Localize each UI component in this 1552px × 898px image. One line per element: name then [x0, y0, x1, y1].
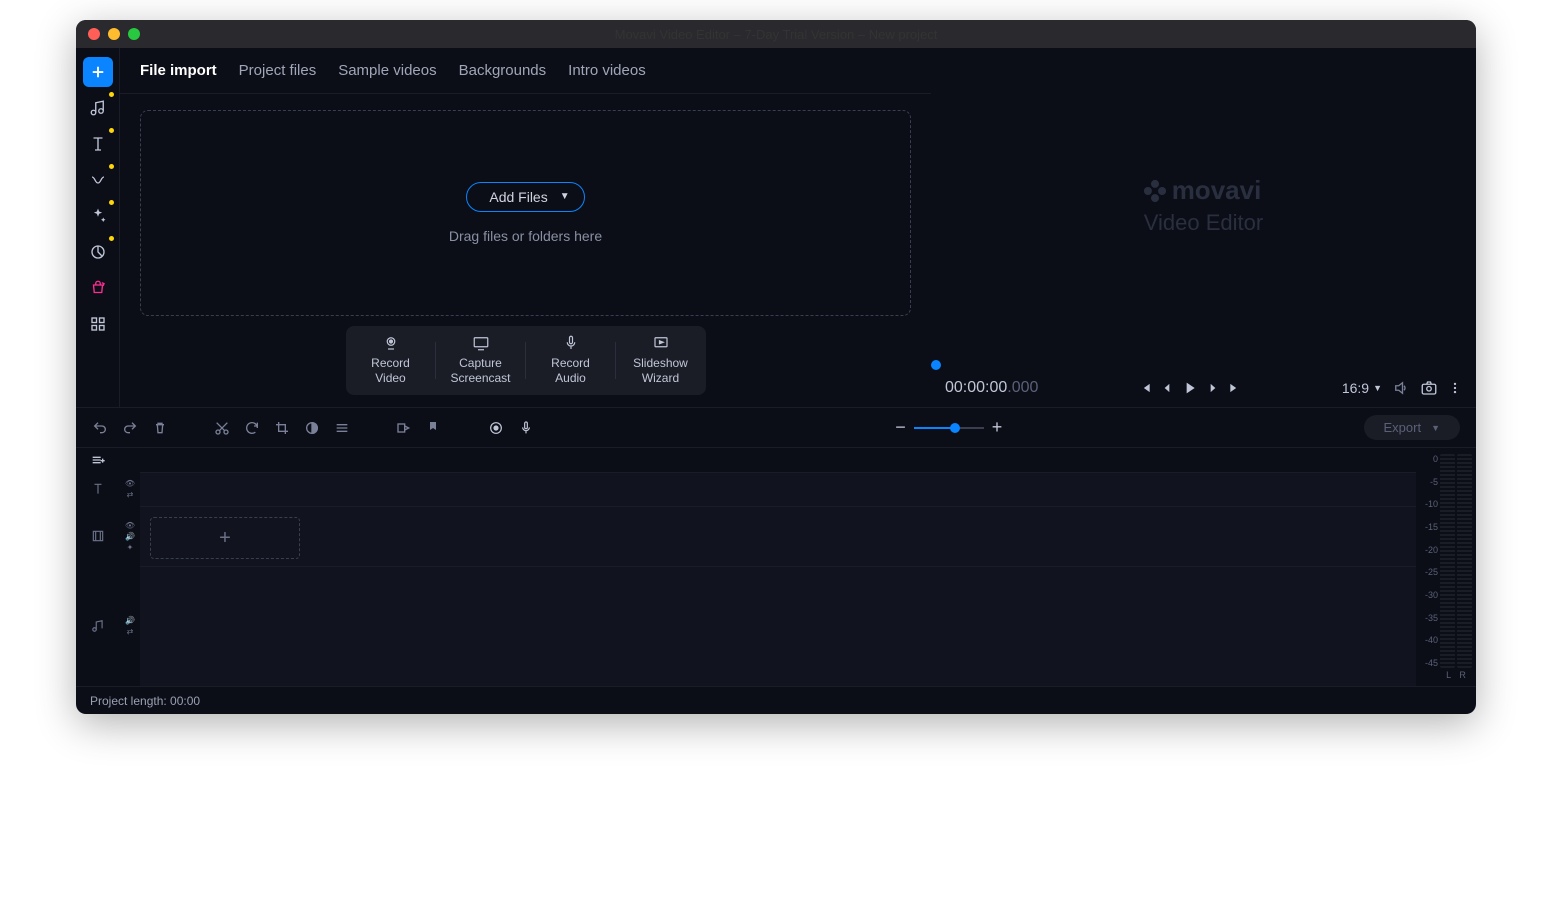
transition-wizard-button[interactable]	[396, 420, 412, 436]
crop-button[interactable]	[274, 420, 290, 436]
tab-intro-videos[interactable]: Intro videos	[568, 62, 646, 79]
track-mute-icon[interactable]: 🔊	[125, 616, 135, 625]
step-forward-button[interactable]	[1206, 381, 1220, 395]
audio-track[interactable]: 🔊 ⇄	[76, 566, 1416, 686]
record-audio-button[interactable]: RecordAudio	[526, 332, 616, 389]
window-title: Movavi Video Editor – 7-Day Trial Versio…	[615, 27, 938, 42]
preview-timecode: 00:00:00.000	[945, 379, 1038, 397]
zoom-control[interactable]: − +	[895, 417, 1002, 438]
sidebar-effects-icon[interactable]	[83, 201, 113, 231]
step-back-button[interactable]	[1160, 381, 1174, 395]
meter-left	[1440, 454, 1455, 668]
audio-meters: 0 -5 -10 -15 -20 -25 -30 -35 -40 -45 L	[1416, 448, 1476, 686]
sidebar-transitions-icon[interactable]	[83, 165, 113, 195]
play-button[interactable]	[1182, 380, 1198, 396]
tab-backgrounds[interactable]: Backgrounds	[459, 62, 547, 79]
timeline-toolbar: − + Export ▼	[76, 408, 1476, 448]
aspect-ratio-selector[interactable]: 16:9▼	[1342, 380, 1382, 396]
preview-panel: movavi Video Editor 00:00:00.000	[931, 48, 1476, 407]
window-maximize-button[interactable]	[128, 28, 140, 40]
track-visibility-icon[interactable]: 👁	[125, 521, 135, 530]
track-fx-icon[interactable]: ✦	[127, 543, 134, 552]
sidebar-store-icon[interactable]	[83, 273, 113, 303]
project-length: Project length: 00:00	[90, 694, 200, 708]
preview-scrubber[interactable]	[931, 363, 1476, 369]
preview-more-button[interactable]	[1448, 381, 1462, 395]
window-minimize-button[interactable]	[108, 28, 120, 40]
track-mute-icon[interactable]: 🔊	[125, 532, 135, 541]
sidebar-audio-icon[interactable]	[83, 93, 113, 123]
sidebar-add-button[interactable]	[83, 57, 113, 87]
mute-button[interactable]	[1392, 379, 1410, 397]
undo-button[interactable]	[92, 420, 108, 436]
video-track[interactable]: 👁 🔊 ✦ +	[76, 506, 1416, 566]
timeline: 00:00:00 00:00:05 00:00:10 00:00:15 00:0…	[76, 448, 1476, 686]
zoom-in-button[interactable]: +	[992, 417, 1003, 438]
sidebar-more-icon[interactable]	[83, 309, 113, 339]
audio-track-icon	[76, 566, 120, 686]
snapshot-button[interactable]	[1420, 379, 1438, 397]
delete-button[interactable]	[152, 420, 168, 436]
capture-bar: RecordVideo CaptureScreencast RecordAudi…	[346, 326, 706, 395]
meter-right	[1457, 454, 1472, 668]
prev-clip-button[interactable]	[1138, 381, 1152, 395]
track-link-icon[interactable]: ⇄	[127, 490, 134, 499]
brand-sub: Video Editor	[1144, 210, 1263, 236]
marker-button[interactable]	[426, 420, 442, 436]
capture-screencast-button[interactable]: CaptureScreencast	[436, 332, 526, 389]
window-close-button[interactable]	[88, 28, 100, 40]
record-button[interactable]	[488, 420, 504, 436]
next-clip-button[interactable]	[1228, 381, 1242, 395]
redo-button[interactable]	[122, 420, 138, 436]
title-track-icon	[76, 472, 120, 506]
chevron-down-icon: ▼	[560, 191, 570, 202]
properties-button[interactable]	[334, 420, 350, 436]
sidebar-titles-icon[interactable]	[83, 129, 113, 159]
rotate-button[interactable]	[244, 420, 260, 436]
zoom-slider[interactable]	[914, 427, 984, 429]
track-link-icon[interactable]: ⇄	[127, 627, 134, 636]
dropzone-hint: Drag files or folders here	[449, 228, 602, 244]
movavi-logo-icon	[1142, 178, 1167, 203]
voiceover-button[interactable]	[518, 420, 534, 436]
dropzone[interactable]: Add Files ▼ Drag files or folders here	[140, 110, 911, 316]
title-track[interactable]: 👁 ⇄	[76, 472, 1416, 506]
sidebar-stickers-icon[interactable]	[83, 237, 113, 267]
tab-project-files[interactable]: Project files	[239, 62, 317, 79]
video-track-icon	[76, 506, 120, 566]
brand-name: movavi	[1172, 175, 1262, 206]
add-track-button[interactable]	[76, 448, 120, 472]
import-tabs: File import Project files Sample videos …	[120, 48, 931, 94]
add-clip-placeholder[interactable]: +	[150, 517, 300, 559]
cut-button[interactable]	[214, 420, 230, 436]
tab-file-import[interactable]: File import	[140, 62, 217, 79]
add-files-button[interactable]: Add Files ▼	[466, 182, 584, 212]
sidebar	[76, 48, 120, 407]
record-video-button[interactable]: RecordVideo	[346, 332, 436, 389]
export-button[interactable]: Export ▼	[1364, 415, 1461, 440]
statusbar: Project length: 00:00	[76, 686, 1476, 714]
preview-canvas: movavi Video Editor	[931, 48, 1476, 363]
add-files-label: Add Files	[489, 189, 547, 205]
track-visibility-icon[interactable]: 👁	[125, 479, 135, 488]
zoom-out-button[interactable]: −	[895, 417, 906, 438]
color-button[interactable]	[304, 420, 320, 436]
titlebar: Movavi Video Editor – 7-Day Trial Versio…	[76, 20, 1476, 48]
slideshow-wizard-button[interactable]: SlideshowWizard	[616, 332, 706, 389]
tab-sample-videos[interactable]: Sample videos	[338, 62, 436, 79]
